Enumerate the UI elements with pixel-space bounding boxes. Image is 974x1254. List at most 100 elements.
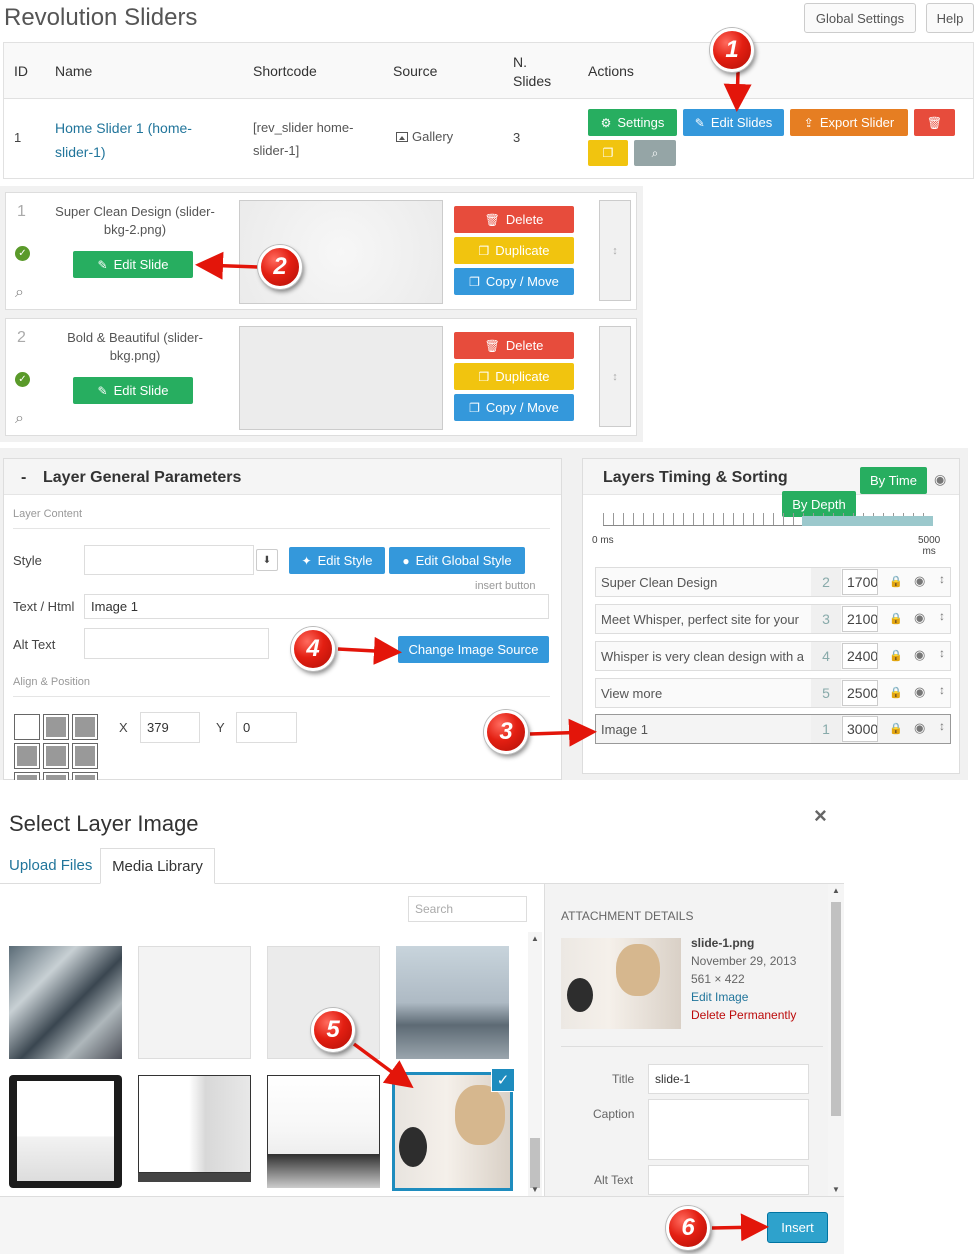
help-button[interactable]: Help <box>926 3 974 33</box>
sidebar-scrollbar[interactable]: ▲ ▼ <box>828 884 844 1196</box>
sort-by-time-button[interactable]: By Time <box>860 467 927 494</box>
layer-params-title: Layer General Parameters <box>43 469 242 486</box>
caption-textarea[interactable] <box>648 1099 809 1160</box>
lock-icon[interactable]: 🔒 <box>889 612 903 625</box>
align-middle-left[interactable] <box>15 744 39 768</box>
text-html-input[interactable]: Image 1 <box>84 594 549 619</box>
duplicate-slide-button[interactable]: ❐ Duplicate <box>454 363 574 390</box>
attachment-details-heading: ATTACHMENT DETAILS <box>561 909 694 923</box>
delete-slide-button[interactable]: 🗑 Delete <box>454 206 574 233</box>
edit-style-button[interactable]: ✦ Edit Style <box>289 547 385 574</box>
edit-image-link[interactable]: Edit Image <box>691 990 748 1004</box>
align-bottom-left[interactable] <box>15 773 39 780</box>
delete-slide-button[interactable]: 🗑 Delete <box>454 332 574 359</box>
preview-search-icon[interactable]: ⌕ <box>15 284 24 302</box>
align-top-left[interactable] <box>15 715 39 739</box>
edit-slide-button[interactable]: ✎ Edit Slide <box>73 377 193 404</box>
media-search-input[interactable]: Search <box>408 896 527 922</box>
pencil-icon: ✎ <box>97 257 108 272</box>
sort-icon[interactable]: ↕ <box>939 646 945 660</box>
media-thumbnail[interactable] <box>396 946 509 1059</box>
selected-check-icon[interactable]: ✓ <box>491 1068 515 1092</box>
collapse-toggle[interactable]: - <box>21 469 26 487</box>
edit-global-style-button[interactable]: ● Edit Global Style <box>389 547 525 574</box>
edit-slide-button[interactable]: ✎ Edit Slide <box>73 251 193 278</box>
alt-text-input[interactable] <box>648 1165 809 1195</box>
drag-handle[interactable]: ↕ <box>599 200 631 301</box>
layer-index: 2 <box>811 568 841 596</box>
lock-icon[interactable]: 🔒 <box>889 722 903 735</box>
global-settings-button[interactable]: Global Settings <box>804 3 916 33</box>
lock-icon[interactable]: 🔒 <box>889 686 903 699</box>
style-input[interactable] <box>84 545 254 575</box>
media-thumbnail[interactable] <box>9 946 122 1059</box>
layer-time-input[interactable]: 2100 <box>842 606 878 632</box>
eye-icon[interactable]: ◉ <box>914 684 925 700</box>
eye-icon[interactable]: ◉ <box>914 647 925 663</box>
eye-icon[interactable]: ◉ <box>914 573 925 589</box>
insert-button-link[interactable]: insert button <box>475 580 536 592</box>
alt-text-input[interactable] <box>84 628 269 659</box>
align-bottom-center[interactable] <box>44 773 68 780</box>
media-thumbnail[interactable] <box>9 1075 122 1188</box>
media-thumbnail[interactable] <box>138 1075 251 1188</box>
change-image-source-button[interactable]: Change Image Source <box>398 636 549 663</box>
align-middle-right[interactable] <box>73 744 97 768</box>
align-bottom-right[interactable] <box>73 773 97 780</box>
style-dropdown-button[interactable]: ⬇ <box>256 549 278 571</box>
layer-time-input[interactable]: 2400 <box>842 643 878 669</box>
source-cell: Gallery <box>396 129 453 144</box>
tab-media-library[interactable]: Media Library <box>100 848 215 884</box>
media-thumbnail[interactable] <box>138 946 251 1059</box>
published-check-icon[interactable]: ✓ <box>15 372 30 387</box>
eye-icon[interactable]: ◉ <box>934 471 946 488</box>
slide-thumbnail[interactable] <box>239 326 443 430</box>
eye-icon[interactable]: ◉ <box>914 720 925 736</box>
sort-icon[interactable]: ↕ <box>939 683 945 697</box>
insert-button[interactable]: Insert <box>767 1212 828 1243</box>
close-icon[interactable]: × <box>814 803 827 829</box>
align-middle-center[interactable] <box>44 744 68 768</box>
y-input[interactable]: 0 <box>236 712 297 743</box>
layer-time-input[interactable]: 2500 <box>842 680 878 706</box>
copy-move-button[interactable]: ❐ Copy / Move <box>454 394 574 421</box>
align-top-right[interactable] <box>73 715 97 739</box>
preview-slider-button[interactable]: ⌕ <box>634 140 676 166</box>
delete-slider-button[interactable]: 🗑 <box>914 109 955 136</box>
preview-search-icon[interactable]: ⌕ <box>15 410 24 428</box>
duplicate-slider-button[interactable]: ❐ <box>588 140 628 166</box>
published-check-icon[interactable]: ✓ <box>15 246 30 261</box>
layer-index: 5 <box>811 679 841 707</box>
layer-time-input[interactable]: 1700 <box>842 569 878 595</box>
media-thumbnail[interactable] <box>267 1075 380 1188</box>
drag-handle[interactable]: ↕ <box>599 326 631 427</box>
media-scrollbar[interactable]: ▲ ▼ <box>528 932 542 1196</box>
sort-icon[interactable]: ↕ <box>939 572 945 586</box>
duplicate-slide-button[interactable]: ❐ Duplicate <box>454 237 574 264</box>
title-input[interactable]: slide-1 <box>648 1064 809 1094</box>
lock-icon[interactable]: 🔒 <box>889 649 903 662</box>
x-label: X <box>119 720 128 735</box>
delete-permanently-link[interactable]: Delete Permanently <box>691 1008 796 1022</box>
layer-row[interactable]: Meet Whisper, perfect site for your 3 21… <box>595 604 951 634</box>
align-top-center[interactable] <box>44 715 68 739</box>
x-input[interactable]: 379 <box>140 712 200 743</box>
export-slider-button[interactable]: ⇪ Export Slider <box>790 109 908 136</box>
layer-row-selected[interactable]: Image 1 1 3000 🔒 ◉ ↕ <box>595 714 951 744</box>
layer-row[interactable]: Whisper is very clean design with a 4 24… <box>595 641 951 671</box>
layer-time-input[interactable]: 3000 <box>842 716 878 742</box>
eye-icon[interactable]: ◉ <box>914 610 925 626</box>
tab-upload-files[interactable]: Upload Files <box>9 857 92 874</box>
timeline-end-unit: ms <box>922 546 936 557</box>
sort-icon[interactable]: ↕ <box>939 609 945 623</box>
settings-button[interactable]: ⚙ Settings <box>588 109 677 136</box>
slider-name-link[interactable]: Home Slider 1 (home- slider-1) <box>55 116 192 164</box>
step-marker: 6 <box>666 1206 710 1250</box>
layer-row[interactable]: Super Clean Design 2 1700 🔒 ◉ ↕ <box>595 567 951 597</box>
layer-row[interactable]: View more 5 2500 🔒 ◉ ↕ <box>595 678 951 708</box>
align-grid[interactable] <box>14 714 100 780</box>
sort-icon[interactable]: ↕ <box>939 719 945 733</box>
lock-icon[interactable]: 🔒 <box>889 575 903 588</box>
copy-move-button[interactable]: ❐ Copy / Move <box>454 268 574 295</box>
edit-slides-button[interactable]: ✎ Edit Slides <box>683 109 784 136</box>
